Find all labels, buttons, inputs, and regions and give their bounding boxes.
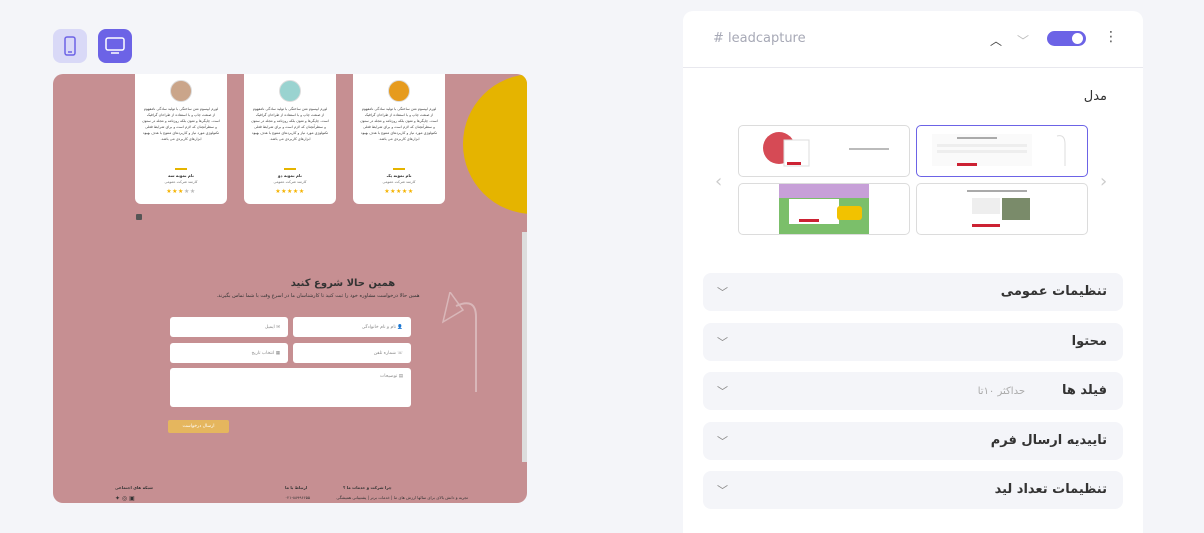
submit-label: ارسال درخواست: [182, 424, 215, 429]
more-options-icon[interactable]: ⋮: [1104, 29, 1118, 45]
calendar-icon: ▦: [275, 350, 280, 356]
template-thumb-1[interactable]: [916, 125, 1088, 177]
name-field[interactable]: نام و نام خانوادگی 👤: [293, 317, 411, 337]
testimonial-text: لورم ایپسوم متن ساختگی با تولید سادگی نا…: [251, 107, 329, 141]
enable-toggle[interactable]: [1047, 31, 1086, 46]
star-rating: ★★★★★: [142, 188, 220, 195]
settings-panel: # leadcapture ︿ ﹀ ⋮ مدل ‹ › تنظیمات عموم…: [683, 11, 1143, 533]
panel-header: # leadcapture ︿ ﹀ ⋮: [683, 11, 1143, 68]
decorative-circle: [463, 74, 527, 214]
divider: [175, 168, 187, 170]
section-title: محتوا: [1071, 334, 1107, 349]
star-rating: ★★★★★: [360, 188, 438, 195]
footer-col1-title: چرا شرکت و خدمات ما ؟: [343, 485, 392, 490]
template-thumb-3[interactable]: [916, 183, 1088, 235]
section-content[interactable]: محتوا ﹀: [703, 323, 1123, 361]
section-lead-count-settings[interactable]: تنظیمات تعداد لید ﹀: [703, 471, 1123, 509]
stars: ★★★★★: [275, 188, 305, 195]
mobile-icon: [64, 36, 76, 56]
slider-dot[interactable]: [136, 214, 142, 220]
page-preview: لورم ایپسوم متن ساختگی با تولید سادگی نا…: [53, 74, 527, 503]
phone-icon: ☏: [397, 350, 403, 356]
description-field[interactable]: توضیحات ▤: [170, 368, 411, 407]
section-title: تاییدیه ارسال فرم: [990, 433, 1107, 448]
template-preview-1: [932, 134, 1066, 166]
form-subtitle: همین حالا درخواست مشاوره خود را ثبت کنید…: [216, 293, 420, 299]
stars: ★★★: [166, 188, 184, 195]
template-thumb-2[interactable]: [738, 125, 910, 177]
testimonial-role: کارمند شرکت عمومی: [164, 180, 198, 184]
footer-col2-text: ۰۲۱-۸۸۹۹۶۶۵۵: [285, 495, 311, 500]
name-placeholder: نام و نام خانوادگی: [361, 324, 396, 330]
user-icon: 👤: [397, 324, 403, 330]
template-preview-3: [967, 190, 1030, 227]
date-field[interactable]: انتخاب تاریخ ▦: [170, 343, 288, 363]
section-subtitle: حداکثر ۱۰تا: [977, 386, 1025, 397]
section-fields[interactable]: فیلد ها حداکثر ۱۰تا ﹀: [703, 372, 1123, 410]
footer-col1-text: تجربه و دانش بالای برای سالها ارزش های م…: [336, 495, 468, 500]
grey-stars: ★★: [183, 188, 196, 195]
template-preview-4: [779, 184, 869, 234]
testimonial-text: لورم ایپسوم متن ساختگی با تولید سادگی نا…: [360, 107, 438, 141]
testimonial-name: نام نمونه یک: [386, 173, 412, 178]
testimonial-role: کارمند شرکت عمومی: [382, 180, 416, 184]
model-label: مدل: [1083, 89, 1107, 104]
phone-field[interactable]: شماره تلفن ☏: [293, 343, 411, 363]
mail-icon: ✉: [276, 324, 280, 330]
chevron-up-icon[interactable]: ︿: [990, 32, 1002, 49]
testimonial-name: نام نمونه سه: [168, 173, 194, 178]
testimonial-text: لورم ایپسوم متن ساختگی با تولید سادگی نا…: [142, 107, 220, 141]
divider: [393, 168, 405, 170]
next-arrow-icon[interactable]: ›: [1100, 171, 1107, 192]
section-form-confirmation[interactable]: تاییدیه ارسال فرم ﹀: [703, 422, 1123, 460]
mobile-view-button[interactable]: [53, 29, 87, 63]
date-placeholder: انتخاب تاریخ: [251, 350, 275, 356]
star-rating: ★★★★★: [251, 188, 329, 195]
chevron-down-icon[interactable]: ﹀: [1017, 32, 1029, 49]
description-placeholder: توضیحات: [380, 374, 398, 379]
testimonial-card: لورم ایپسوم متن ساختگی با تولید سادگی نا…: [244, 74, 336, 204]
testimonial-card: لورم ایپسوم متن ساختگی با تولید سادگی نا…: [135, 74, 227, 204]
template-preview-2: [763, 132, 889, 167]
phone-placeholder: شماره تلفن: [373, 350, 396, 356]
desktop-icon: [105, 37, 125, 54]
footer-col3-title: شبکه های اجتماعی: [115, 485, 153, 490]
widget-tag: # leadcapture: [713, 31, 806, 46]
scrollbar[interactable]: [522, 232, 527, 462]
section-title: تنظیمات عمومی: [1000, 284, 1107, 299]
section-general-settings[interactable]: تنظیمات عمومی ﹀: [703, 273, 1123, 311]
social-icons[interactable]: ▣ ◎ ✦: [115, 495, 135, 502]
email-field[interactable]: ایمیل ✉: [170, 317, 288, 337]
toggle-knob: [1072, 33, 1083, 44]
form-title: همین حالا شروع کنید: [290, 278, 396, 289]
chevron-down-icon: ﹀: [717, 484, 728, 497]
prev-arrow-icon[interactable]: ‹: [715, 171, 722, 192]
chevron-down-icon: ﹀: [717, 286, 728, 299]
testimonial-card: لورم ایپسوم متن ساختگی با تولید سادگی نا…: [353, 74, 445, 204]
avatar: [170, 80, 192, 102]
chevron-down-icon: ﹀: [717, 435, 728, 448]
template-thumb-4[interactable]: [738, 183, 910, 235]
submit-button[interactable]: ارسال درخواست: [168, 420, 229, 433]
desktop-view-button[interactable]: [98, 29, 132, 63]
stars: ★★★★★: [384, 188, 414, 195]
email-placeholder: ایمیل: [264, 324, 275, 330]
section-title: تنظیمات تعداد لید: [994, 482, 1107, 497]
testimonial-role: کارمند شرکت عمومی: [273, 180, 307, 184]
testimonial-name: نام نمونه دو: [278, 173, 302, 178]
section-title: فیلد ها: [1061, 383, 1107, 398]
avatar: [279, 80, 301, 102]
footer-col2-title: ارتباط با ما: [285, 485, 308, 490]
avatar: [388, 80, 410, 102]
divider: [284, 168, 296, 170]
chevron-down-icon: ﹀: [717, 385, 728, 398]
note-icon: ▤: [398, 374, 403, 379]
chevron-down-icon: ﹀: [717, 336, 728, 349]
lamp-illustration: [441, 292, 477, 392]
